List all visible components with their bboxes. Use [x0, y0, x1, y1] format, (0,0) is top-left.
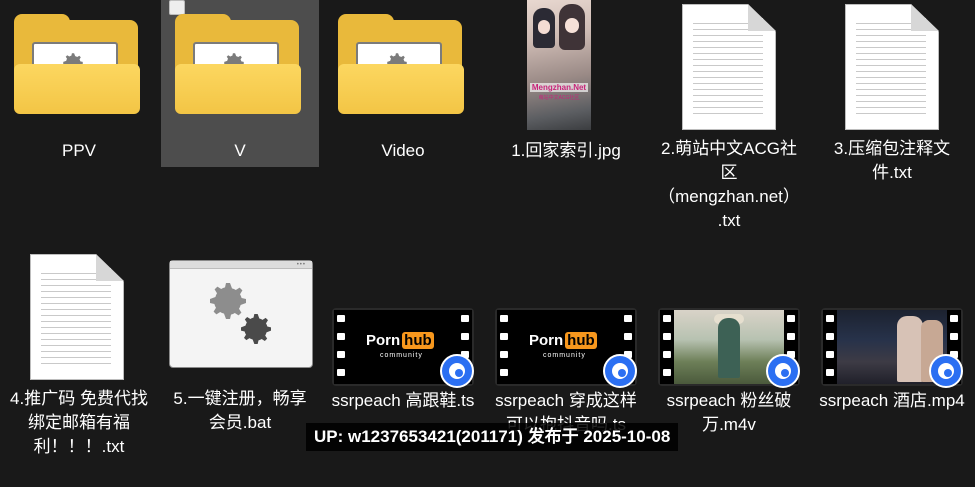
thumbnail-logo: Porn [366, 332, 401, 349]
thumbnail-watermark-sub: 萌站中文ACG社区 [538, 95, 580, 101]
file-item-video-4[interactable]: ssrpeach 酒店.mp4 [813, 290, 971, 440]
file-item-jpg[interactable]: Mengzhan.Net 萌站中文ACG社区 1.回家索引.jpg [487, 0, 645, 167]
folder-icon [175, 14, 303, 114]
file-explorer-view: { "files": [ {"label": "PPV", "type": "f… [0, 0, 975, 487]
text-document-icon [30, 254, 124, 380]
file-item-video-3[interactable]: ssrpeach 粉丝破万.m4v [650, 290, 808, 440]
file-label: 5.一键注册，畅享会员.bat [173, 389, 307, 432]
file-item-txt-4[interactable]: 4.推广码 免费代找 绑定邮箱有福利！！！.txt [0, 250, 158, 465]
thumbnail-sub: community [543, 352, 586, 359]
file-label: 4.推广码 免费代找 绑定邮箱有福利！！！.txt [10, 389, 148, 456]
image-thumbnail: Mengzhan.Net 萌站中文ACG社区 [527, 0, 591, 130]
file-label: Video [381, 141, 425, 160]
file-item-txt-2[interactable]: 2.萌站中文ACG社区（mengzhan.net）.txt [650, 0, 808, 240]
file-label: V [234, 141, 246, 160]
thumbnail-watermark: Mengzhan.Net [530, 83, 588, 92]
file-label: PPV [61, 141, 97, 160]
uploader-watermark: UP: w1237653421(201171) 发布于 2025-10-08 [306, 423, 679, 451]
file-label: 1.回家索引.jpg [511, 141, 621, 160]
gear-settings-icon: ••• [169, 260, 313, 368]
media-player-badge-icon [603, 354, 637, 388]
file-label: 2.萌站中文ACG社区（mengzhan.net）.txt [658, 139, 800, 230]
media-player-badge-icon [766, 354, 800, 388]
thumbnail-logo: Porn [529, 332, 564, 349]
file-label: ssrpeach 高跟鞋.ts [331, 391, 475, 410]
file-item-txt-3[interactable]: 3.压缩包注释文件.txt [813, 0, 971, 190]
file-label: ssrpeach 酒店.mp4 [819, 391, 965, 410]
file-item-ppv[interactable]: PPV [0, 0, 158, 167]
folder-icon [338, 14, 466, 114]
media-player-badge-icon [929, 354, 963, 388]
thumbnail-logo-hub: hub [402, 332, 434, 349]
file-item-bat[interactable]: ••• 5.一键注册，畅享会员.bat [161, 250, 319, 440]
thumbnail-logo-hub: hub [565, 332, 597, 349]
text-document-icon [845, 4, 939, 130]
thumbnail-sub: community [380, 352, 423, 359]
file-item-v[interactable]: V [161, 0, 319, 167]
text-document-icon [682, 4, 776, 130]
folder-icon [14, 14, 142, 114]
file-item-video[interactable]: Video [324, 0, 482, 167]
media-player-badge-icon [440, 354, 474, 388]
file-label: 3.压缩包注释文件.txt [833, 139, 951, 182]
